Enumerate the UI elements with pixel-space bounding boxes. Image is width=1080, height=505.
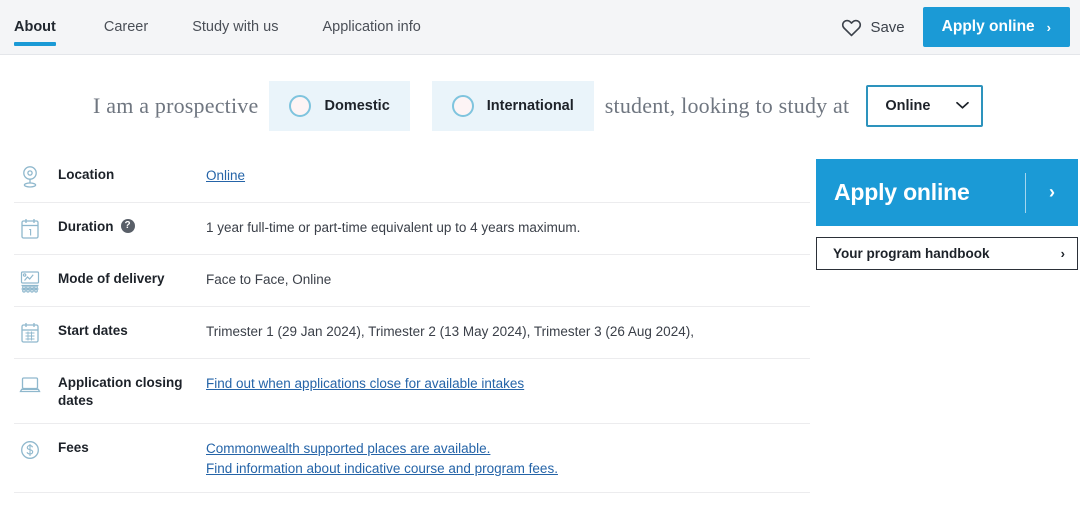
heart-icon <box>841 18 862 37</box>
study-location-select-wrap: Online <box>866 85 984 127</box>
laptop-icon <box>14 372 58 397</box>
detail-row-mode-of-delivery: Mode of delivery Face to Face, Online <box>14 254 810 306</box>
tab-career[interactable]: Career <box>82 0 170 55</box>
detail-value-mode-of-delivery: Face to Face, Online <box>206 272 332 287</box>
detail-label-fees: Fees <box>58 437 206 457</box>
selector-lead-text: I am a prospective <box>93 93 259 118</box>
chevron-right-icon: › <box>1060 246 1065 261</box>
tab-about-label: About <box>14 19 56 35</box>
cta-column: Apply online › Your program handbook › <box>816 153 1078 505</box>
detail-label-fees-text: Fees <box>58 440 89 456</box>
detail-label-mode-of-delivery-text: Mode of delivery <box>58 271 165 286</box>
detail-value-fees: Commonwealth supported places are availa… <box>206 437 810 478</box>
tab-about[interactable]: About <box>14 0 82 55</box>
dollar-circle-icon <box>14 437 58 462</box>
detail-value-application-closing-dates: Find out when applications close for ava… <box>206 372 810 394</box>
detail-row-fees: Fees Commonwealth supported places are a… <box>14 423 810 491</box>
detail-label-start-dates-text: Start dates <box>58 323 128 338</box>
student-type-selector: I am a prospective Domestic Internationa… <box>0 55 1080 153</box>
application-closing-dates-link[interactable]: Find out when applications close for ava… <box>206 374 524 394</box>
tab-study-with-us-label: Study with us <box>192 19 279 35</box>
detail-label-application-closing-dates: Application closing dates <box>58 372 206 410</box>
detail-label-start-dates: Start dates <box>58 320 206 340</box>
apply-online-header-button[interactable]: Apply online › <box>922 7 1070 47</box>
tab-bar: About Career Study with us Application i… <box>0 0 1080 55</box>
program-handbook-button[interactable]: Your program handbook › <box>816 237 1078 270</box>
classroom-icon <box>14 268 58 293</box>
study-location-select[interactable]: Online <box>866 85 984 127</box>
detail-label-application-closing-dates-text: Application closing dates <box>58 375 183 409</box>
save-button[interactable]: Save <box>839 14 906 41</box>
apply-online-button[interactable]: Apply online › <box>816 159 1078 226</box>
detail-value-start-dates: Trimester 1 (29 Jan 2024), Trimester 2 (… <box>206 324 694 339</box>
detail-row-program-code: Program Code 40156 <box>14 491 810 505</box>
detail-row-duration: Duration ? 1 year full-time or part-time… <box>14 202 810 254</box>
detail-value-duration: 1 year full-time or part-time equivalent… <box>206 220 581 235</box>
detail-label-location: Location <box>58 164 206 184</box>
calendar-grid-icon <box>14 320 58 345</box>
tab-application-info-label: Application info <box>322 19 421 35</box>
tab-study-with-us[interactable]: Study with us <box>170 0 300 55</box>
header-actions: Save Apply online › <box>839 7 1070 47</box>
tab-career-label: Career <box>103 19 149 35</box>
detail-row-location: Location Online <box>14 153 810 202</box>
detail-label-duration: Duration ? <box>58 216 206 236</box>
apply-online-header-label: Apply online <box>941 18 1035 35</box>
tab-list: About Career Study with us Application i… <box>14 0 443 55</box>
detail-label-mode-of-delivery: Mode of delivery <box>58 268 206 288</box>
student-type-international-label: International <box>486 98 574 114</box>
chevron-right-icon: › <box>1046 19 1051 35</box>
location-pin-icon <box>14 164 58 189</box>
apply-online-label: Apply online <box>834 179 970 205</box>
fees-link-indicative[interactable]: Find information about indicative course… <box>206 459 810 479</box>
selector-mid-text: student, looking to study at <box>604 93 850 118</box>
student-type-international[interactable]: International <box>431 81 594 131</box>
student-type-domestic[interactable]: Domestic <box>269 81 410 131</box>
detail-label-duration-text: Duration <box>58 219 114 234</box>
radio-icon-domestic[interactable] <box>289 95 312 117</box>
calendar-day-icon <box>14 216 58 241</box>
radio-icon-international[interactable] <box>451 95 474 117</box>
detail-value-location: Online <box>206 164 810 186</box>
fees-link-commonwealth[interactable]: Commonwealth supported places are availa… <box>206 439 810 459</box>
save-label: Save <box>870 18 905 36</box>
detail-label-location-text: Location <box>58 167 115 182</box>
detail-row-start-dates: Start dates Trimester 1 (29 Jan 2024), T… <box>14 306 810 358</box>
chevron-right-icon: › <box>1049 182 1055 202</box>
help-icon-duration[interactable]: ? <box>120 219 135 233</box>
program-details-section: Location Online Duration ? 1 year full-t… <box>0 153 1080 505</box>
detail-row-application-closing-dates: Application closing dates Find out when … <box>14 358 810 423</box>
program-handbook-label: Your program handbook <box>833 246 990 261</box>
student-type-domestic-label: Domestic <box>324 98 390 114</box>
tab-application-info[interactable]: Application info <box>300 0 442 55</box>
details-table: Location Online Duration ? 1 year full-t… <box>14 153 810 505</box>
location-link[interactable]: Online <box>206 166 245 186</box>
